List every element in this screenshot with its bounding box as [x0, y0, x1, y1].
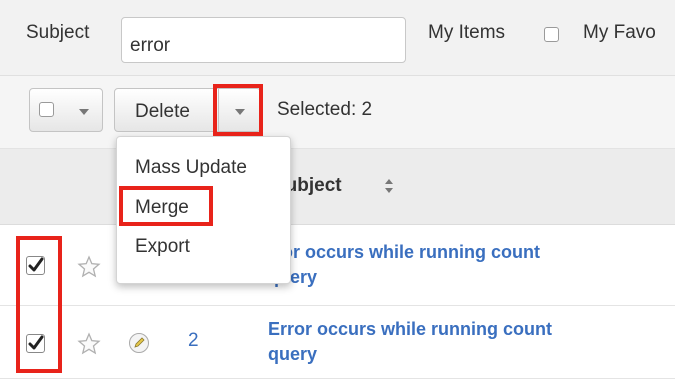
chevron-down-icon — [79, 109, 89, 115]
button-divider — [218, 88, 219, 132]
my-items-checkbox[interactable] — [544, 27, 559, 42]
my-items-label: My Items — [428, 22, 506, 43]
delete-button-group: Delete — [114, 88, 261, 132]
checkmark-icon — [28, 335, 44, 350]
row-checkbox[interactable] — [26, 256, 45, 275]
row-subject-link[interactable]: Error occurs while running count query — [268, 317, 668, 367]
pencil-edit-icon[interactable] — [128, 332, 150, 354]
star-icon[interactable] — [77, 255, 101, 279]
delete-button[interactable]: Delete — [135, 101, 190, 123]
subject-search-input[interactable] — [121, 17, 406, 63]
select-all-checkbox[interactable] — [39, 102, 54, 117]
table-row: Error occurs while running count query — [0, 306, 675, 379]
row-subject-link[interactable]: rror occurs while running count query — [268, 240, 668, 290]
table-row: rror occurs while running count query — [0, 225, 675, 306]
sort-icon[interactable] — [384, 177, 394, 195]
selected-count: Selected: 2 — [277, 99, 373, 120]
star-icon[interactable] — [77, 332, 101, 356]
my-favorites-label: My Favo — [583, 22, 656, 43]
row-number-link[interactable]: 2 — [188, 330, 199, 352]
actions-chevron-icon[interactable] — [235, 109, 245, 115]
select-all-dropdown[interactable] — [29, 88, 103, 132]
menu-item-export[interactable]: Export — [135, 236, 190, 258]
actions-dropdown-menu: Mass Update Merge Export — [116, 136, 291, 284]
menu-item-merge[interactable]: Merge — [135, 197, 189, 219]
menu-item-mass-update[interactable]: Mass Update — [135, 157, 247, 179]
row-checkbox[interactable] — [26, 334, 45, 353]
subject-filter-label: Subject — [26, 22, 90, 43]
checkmark-icon — [28, 257, 44, 272]
